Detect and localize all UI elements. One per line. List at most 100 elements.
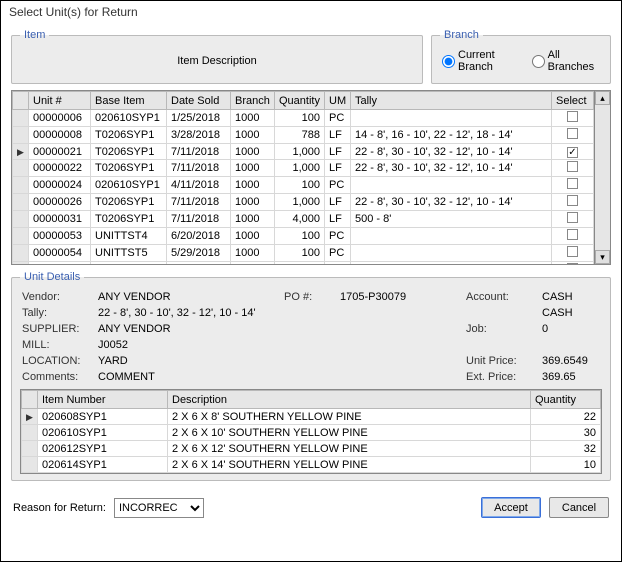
table-row[interactable]: 00000022T0206SYP17/11/201810001,000LF22 …	[13, 160, 594, 177]
table-row[interactable]: 00000024020610SYP14/11/20181000100PC	[13, 177, 594, 194]
cell-branch: 1000	[231, 262, 275, 266]
cell-quantity: 788	[275, 127, 325, 144]
select-checkbox[interactable]	[567, 246, 578, 257]
cell-tally: 22 - 8', 30 - 10', 32 - 12', 10 - 14'	[351, 160, 552, 177]
table-row[interactable]: 00000053UNITTST46/20/20181000100PC	[13, 228, 594, 245]
val-supplier: ANY VENDOR	[98, 323, 278, 335]
row-header	[13, 177, 29, 194]
sub-col-description[interactable]: Description	[168, 391, 531, 409]
cell-item-number: 020610SYP1	[38, 425, 168, 441]
cell-select[interactable]	[552, 262, 594, 266]
table-row[interactable]: 00000056UNITTST75/29/20181000100PC	[13, 262, 594, 266]
units-grid[interactable]: Unit # Base Item Date Sold Branch Quanti…	[11, 90, 595, 265]
lbl-account2	[466, 307, 536, 319]
select-checkbox[interactable]	[567, 111, 578, 122]
select-checkbox[interactable]	[567, 229, 578, 240]
sub-col-item-number[interactable]: Item Number	[38, 391, 168, 409]
lbl-ext-price: Ext. Price:	[466, 371, 536, 383]
cell-select[interactable]	[552, 160, 594, 177]
select-checkbox[interactable]	[567, 128, 578, 139]
cell-select[interactable]	[552, 228, 594, 245]
cell-um: PC	[325, 177, 351, 194]
scroll-up-icon[interactable]: ▴	[595, 91, 610, 105]
cell-um: LF	[325, 127, 351, 144]
cell-select[interactable]	[552, 211, 594, 228]
select-checkbox[interactable]	[567, 178, 578, 189]
cell-unit: 00000022	[29, 160, 91, 177]
cell-quantity: 100	[275, 245, 325, 262]
val-mill: J0052	[98, 339, 278, 351]
branch-current-radio[interactable]	[442, 55, 455, 68]
scroll-down-icon[interactable]: ▾	[595, 250, 610, 264]
cell-um: PC	[325, 262, 351, 266]
cell-um: LF	[325, 211, 351, 228]
cell-select[interactable]	[552, 177, 594, 194]
col-date-sold[interactable]: Date Sold	[167, 92, 231, 110]
cell-select[interactable]	[552, 144, 594, 160]
cell-tally: 22 - 8', 30 - 10', 32 - 12', 10 - 14'	[351, 144, 552, 160]
select-checkbox[interactable]	[567, 195, 578, 206]
select-checkbox[interactable]	[567, 147, 578, 158]
cell-tally: 500 - 8'	[351, 211, 552, 228]
cell-select[interactable]	[552, 194, 594, 211]
select-checkbox[interactable]	[567, 263, 578, 265]
table-row[interactable]: 00000008T0206SYP13/28/20181000788LF14 - …	[13, 127, 594, 144]
sub-col-quantity[interactable]: Quantity	[531, 391, 601, 409]
table-row[interactable]: 00000054UNITTST55/29/20181000100PC	[13, 245, 594, 262]
val-unit-price: 369.6549	[542, 355, 600, 367]
cell-description: 2 X 6 X 8' SOUTHERN YELLOW PINE	[168, 409, 531, 425]
branch-current-option[interactable]: Current Branch	[442, 49, 522, 73]
col-um[interactable]: UM	[325, 92, 351, 110]
val-po: 1705-P30079	[340, 291, 460, 303]
table-row[interactable]: 00000031T0206SYP17/11/201810004,000LF500…	[13, 211, 594, 228]
table-row[interactable]: ▶00000021T0206SYP17/11/201810001,000LF22…	[13, 144, 594, 160]
col-select[interactable]: Select	[552, 92, 594, 110]
branch-all-option[interactable]: All Branches	[532, 49, 600, 73]
col-quantity[interactable]: Quantity	[275, 92, 325, 110]
cell-item-number: 020608SYP1	[38, 409, 168, 425]
table-row[interactable]: 00000026T0206SYP17/11/201810001,000LF22 …	[13, 194, 594, 211]
cell-branch: 1000	[231, 177, 275, 194]
cell-tally: 22 - 8', 30 - 10', 32 - 12', 10 - 14'	[351, 194, 552, 211]
select-checkbox[interactable]	[567, 161, 578, 172]
cell-quantity: 22	[531, 409, 601, 425]
col-unit[interactable]: Unit #	[29, 92, 91, 110]
lbl-supplier: SUPPLIER:	[22, 323, 92, 335]
cell-um: LF	[325, 144, 351, 160]
cancel-button[interactable]: Cancel	[549, 497, 609, 518]
cell-tally	[351, 110, 552, 127]
reason-select[interactable]: INCORREC	[114, 498, 204, 518]
table-row[interactable]: 020610SYP12 X 6 X 10' SOUTHERN YELLOW PI…	[22, 425, 601, 441]
cell-select[interactable]	[552, 245, 594, 262]
cell-item-number: 020612SYP1	[38, 441, 168, 457]
cell-unit: 00000008	[29, 127, 91, 144]
cell-quantity: 1,000	[275, 194, 325, 211]
accept-button[interactable]: Accept	[481, 497, 541, 518]
cell-branch: 1000	[231, 211, 275, 228]
table-row[interactable]: 020612SYP12 X 6 X 12' SOUTHERN YELLOW PI…	[22, 441, 601, 457]
cell-base-item: T0206SYP1	[91, 211, 167, 228]
cell-base-item: T0206SYP1	[91, 127, 167, 144]
col-tally[interactable]: Tally	[351, 92, 552, 110]
cell-tally	[351, 262, 552, 266]
branch-all-radio[interactable]	[532, 55, 545, 68]
cell-select[interactable]	[552, 110, 594, 127]
cell-quantity: 100	[275, 177, 325, 194]
row-header	[13, 127, 29, 144]
col-branch[interactable]: Branch	[231, 92, 275, 110]
table-row[interactable]: ▶020608SYP12 X 6 X 8' SOUTHERN YELLOW PI…	[22, 409, 601, 425]
cell-date-sold: 5/29/2018	[167, 262, 231, 266]
select-checkbox[interactable]	[567, 212, 578, 223]
cell-quantity: 100	[275, 228, 325, 245]
table-row[interactable]: 00000006020610SYP11/25/20181000100PC	[13, 110, 594, 127]
cell-select[interactable]	[552, 127, 594, 144]
cell-tally: 14 - 8', 16 - 10', 22 - 12', 18 - 14'	[351, 127, 552, 144]
col-base-item[interactable]: Base Item	[91, 92, 167, 110]
branch-group: Branch Current Branch All Branches	[431, 29, 611, 84]
table-row[interactable]: 020614SYP12 X 6 X 14' SOUTHERN YELLOW PI…	[22, 457, 601, 473]
units-grid-scrollbar[interactable]: ▴ ▾	[595, 90, 611, 265]
cell-date-sold: 7/11/2018	[167, 144, 231, 160]
cell-branch: 1000	[231, 228, 275, 245]
cell-description: 2 X 6 X 14' SOUTHERN YELLOW PINE	[168, 457, 531, 473]
tally-items-grid[interactable]: Item Number Description Quantity ▶020608…	[20, 389, 602, 474]
